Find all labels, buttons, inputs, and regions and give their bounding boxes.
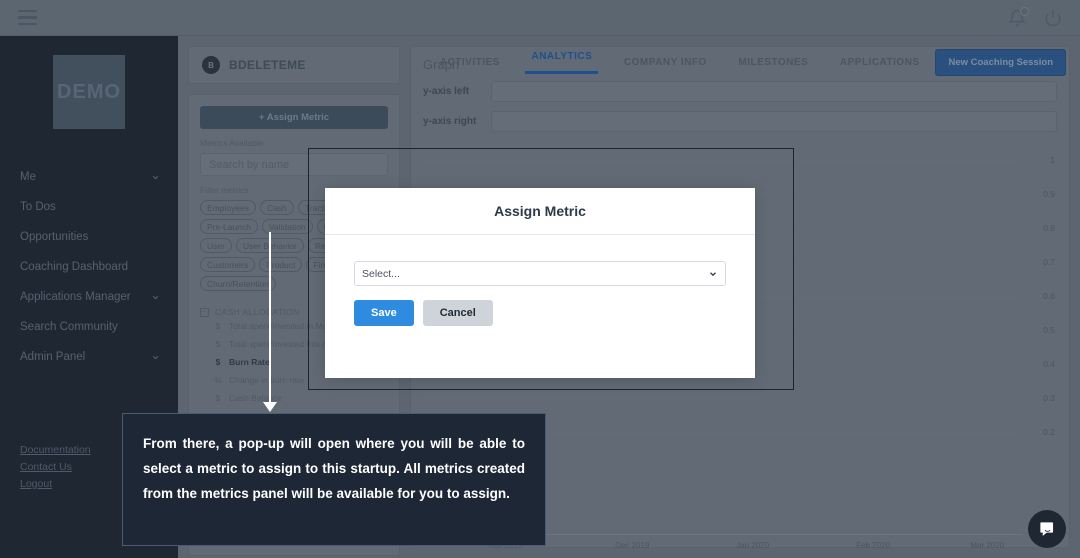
modal-body: Select... Save Cancel xyxy=(325,235,755,326)
filter-tag[interactable]: User xyxy=(200,238,232,253)
cancel-button[interactable]: Cancel xyxy=(422,300,493,326)
sidebar-item-label: Opportunities xyxy=(20,231,89,243)
x-tick: Feb 2020 xyxy=(856,541,891,550)
collapse-icon[interactable]: − xyxy=(200,307,209,317)
sidebar-item-label: Applications Manager xyxy=(20,291,131,303)
currency-icon: $ xyxy=(215,339,221,349)
tab-bar: ACTIVITIES ANALYTICS COMPANY INFO MILEST… xyxy=(410,36,1080,88)
documentation-link[interactable]: Documentation xyxy=(20,444,91,456)
logo: DEMO xyxy=(53,55,125,129)
callout-text: From there, a pop-up will open where you… xyxy=(143,436,525,502)
tab-active-indicator xyxy=(525,71,599,74)
percent-icon: % xyxy=(214,375,222,385)
top-bar-actions xyxy=(1008,6,1062,27)
metric-label: Change in burn rate xyxy=(229,375,305,385)
metrics-available-label: Metrics Available xyxy=(200,138,264,148)
sidebar-item-label: Me xyxy=(20,171,36,183)
company-header-card: B BDELETEME xyxy=(188,46,400,84)
callout-pointer-line xyxy=(269,232,271,410)
bell-icon[interactable] xyxy=(1008,6,1029,27)
sidebar-footer-links: Documentation Contact Us Logout xyxy=(20,444,91,490)
sidebar-item-label: Coaching Dashboard xyxy=(20,261,129,273)
contact-us-link[interactable]: Contact Us xyxy=(20,461,91,473)
tab-milestones[interactable]: MILESTONES xyxy=(738,57,808,68)
sidebar-item-label: Admin Panel xyxy=(20,351,86,363)
tab-company-info[interactable]: COMPANY INFO xyxy=(624,57,707,68)
sidebar-item-label: Search Community xyxy=(20,321,118,333)
assign-metric-button[interactable]: + Assign Metric xyxy=(200,106,388,129)
list-item[interactable]: $ Cash Balance xyxy=(200,389,388,407)
chevron-down-icon xyxy=(151,293,160,302)
logout-link[interactable]: Logout xyxy=(20,478,91,490)
y-tick: 1 xyxy=(1050,155,1055,165)
y-tick: 0.8 xyxy=(1043,223,1055,233)
sidebar-item-to-dos[interactable]: To Dos xyxy=(0,192,178,222)
currency-icon: $ xyxy=(215,357,221,367)
chevron-down-icon xyxy=(151,173,160,182)
currency-icon: $ xyxy=(215,393,221,403)
top-bar xyxy=(0,0,1080,36)
page-title: BDELETEME xyxy=(229,58,306,72)
callout-tooltip: From there, a pop-up will open where you… xyxy=(122,413,546,546)
y-tick: 0.9 xyxy=(1043,189,1055,199)
avatar: B xyxy=(202,56,220,74)
sidebar-item-admin-panel[interactable]: Admin Panel xyxy=(0,342,178,372)
x-tick: Mar 2020 xyxy=(970,541,1005,550)
search-input[interactable] xyxy=(200,153,388,176)
sidebar-nav: Me To Dos Opportunities Coaching Dashboa… xyxy=(0,162,178,372)
filter-tag[interactable]: Product xyxy=(259,257,303,272)
sidebar-item-applications-manager[interactable]: Applications Manager xyxy=(0,282,178,312)
y-tick: 0.2 xyxy=(1043,427,1055,437)
currency-icon: $ xyxy=(215,321,221,331)
notification-badge xyxy=(1020,6,1029,16)
tab-applications[interactable]: APPLICATIONS xyxy=(840,57,920,68)
power-icon[interactable] xyxy=(1044,9,1062,27)
new-coaching-session-button[interactable]: New Coaching Session xyxy=(935,48,1066,76)
y-tick: 0.3 xyxy=(1043,393,1055,403)
y-axis-right-label: y-axis right xyxy=(423,116,477,127)
chevron-down-icon xyxy=(151,353,160,362)
assign-metric-modal: Assign Metric Select... Save Cancel xyxy=(325,188,755,378)
y-axis-right-field[interactable] xyxy=(491,111,1057,132)
filter-tag[interactable]: Employees xyxy=(200,200,257,215)
logo-text: DEMO xyxy=(57,80,121,103)
y-tick: 0.5 xyxy=(1043,325,1055,335)
modal-title: Assign Metric xyxy=(494,203,586,219)
sidebar-item-me[interactable]: Me xyxy=(0,162,178,192)
sidebar-item-search-community[interactable]: Search Community xyxy=(0,312,178,342)
metric-select-wrapper: Select... xyxy=(354,261,726,286)
x-tick: Jan 2020 xyxy=(736,541,770,550)
x-tick: Dec 2019 xyxy=(615,541,650,550)
tab-activities[interactable]: ACTIVITIES xyxy=(440,57,500,68)
y-tick: 0.7 xyxy=(1043,257,1055,267)
modal-header: Assign Metric xyxy=(325,188,755,235)
filter-tag[interactable]: Cash xyxy=(260,200,294,215)
y-tick: 0.6 xyxy=(1043,291,1055,301)
filter-tag[interactable]: Pre-Launch xyxy=(200,219,258,234)
filter-tag[interactable]: Churn/Retention xyxy=(200,276,276,291)
tab-label: ANALYTICS xyxy=(531,50,593,62)
metric-label: Burn Rate xyxy=(229,357,270,367)
modal-actions: Save Cancel xyxy=(354,300,726,326)
chat-bubble-icon[interactable] xyxy=(1028,510,1066,548)
app-root: DEMO Me To Dos Opportunities Coaching Da… xyxy=(0,0,1080,558)
sidebar-item-opportunities[interactable]: Opportunities xyxy=(0,222,178,252)
callout-pointer-arrow xyxy=(263,402,277,412)
sidebar-item-label: To Dos xyxy=(20,201,56,213)
hamburger-icon[interactable] xyxy=(18,9,37,26)
y-tick: 0.4 xyxy=(1043,359,1055,369)
metric-group-title: CASH ALLOCATION xyxy=(215,307,300,317)
y-axis-right-row: y-axis right xyxy=(423,111,1057,132)
save-button[interactable]: Save xyxy=(354,300,414,326)
filter-tag[interactable]: Customers xyxy=(200,257,256,272)
sidebar-item-coaching-dashboard[interactable]: Coaching Dashboard xyxy=(0,252,178,282)
metric-select[interactable]: Select... xyxy=(354,261,726,286)
tab-analytics[interactable]: ANALYTICS xyxy=(525,50,599,74)
